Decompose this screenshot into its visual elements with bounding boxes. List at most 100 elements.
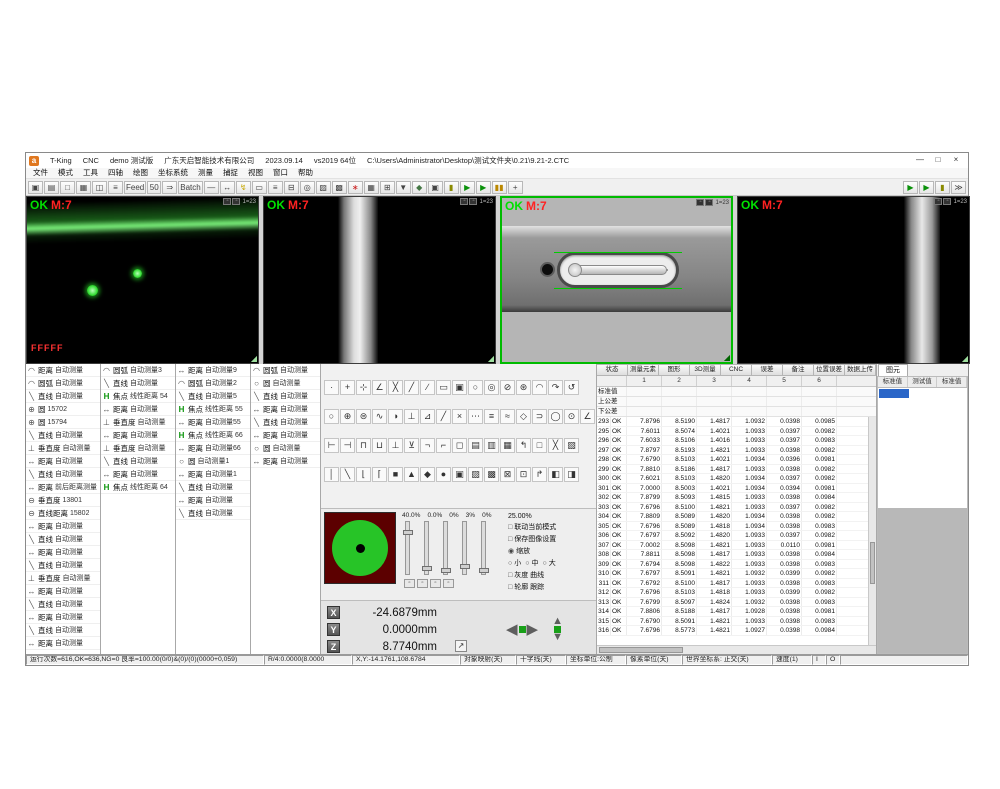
toolbar-button[interactable]: ▦ bbox=[364, 181, 379, 194]
toolbar-button[interactable]: ▣ bbox=[28, 181, 43, 194]
list-item[interactable]: ○圆自动测量 bbox=[251, 442, 320, 455]
resize-grip-icon[interactable]: ◢ bbox=[251, 355, 257, 363]
geometry-tool-button[interactable]: ↰ bbox=[516, 438, 531, 453]
list-item[interactable]: ╲直线自动测量 bbox=[26, 468, 100, 481]
geometry-tool-button[interactable]: ⊃ bbox=[532, 409, 547, 424]
toolbar-button[interactable]: ▮ bbox=[444, 181, 459, 194]
list-item[interactable]: ⊥垂直度自动测量 bbox=[26, 442, 100, 455]
geometry-tool-button[interactable]: × bbox=[452, 409, 467, 424]
camera-view-4[interactable]: OKM:7 ▫ ▫ 1=23 ◢ bbox=[737, 196, 970, 364]
geometry-tool-button[interactable]: ▩ bbox=[484, 467, 499, 482]
list-item[interactable]: ↔距离自动测量 bbox=[26, 455, 100, 468]
toolbar-button[interactable]: ⇒ bbox=[162, 181, 177, 194]
camera-option-icon[interactable]: ▫ bbox=[469, 198, 477, 205]
geometry-tool-button[interactable]: ⊜ bbox=[356, 409, 371, 424]
result-row[interactable]: 308OK7.88118.50981.48171.09330.03980.098… bbox=[597, 550, 868, 560]
geometry-tool-button[interactable]: ◨ bbox=[564, 467, 579, 482]
list-item[interactable]: ⊥垂直度自动测量 bbox=[26, 572, 100, 585]
list-item[interactable]: ↔距离自动测量 bbox=[251, 403, 320, 416]
result-row[interactable]: 313OK7.67998.50971.48241.09320.03980.098… bbox=[597, 598, 868, 608]
slider-thumb[interactable] bbox=[441, 568, 451, 573]
list-item[interactable]: ╲直线自动测量 bbox=[251, 390, 320, 403]
geometry-tool-button[interactable]: ⊿ bbox=[420, 409, 435, 424]
toolbar-button[interactable]: Feed bbox=[124, 181, 146, 194]
geometry-tool-button[interactable]: ○ bbox=[468, 380, 483, 395]
slider-option-button[interactable]: ▫ bbox=[417, 579, 428, 588]
toolbar-button[interactable]: ▩ bbox=[332, 181, 347, 194]
toolbar-button[interactable]: ≡ bbox=[268, 181, 283, 194]
toolbar-button[interactable]: ▣ bbox=[428, 181, 443, 194]
list-item[interactable]: ╲直线自动测量 bbox=[176, 481, 250, 494]
list-item[interactable]: H焦点线性距离 64 bbox=[101, 481, 175, 494]
geometry-tool-button[interactable]: ≈ bbox=[500, 409, 515, 424]
geometry-tool-button[interactable]: ⊥ bbox=[388, 438, 403, 453]
list-item[interactable]: H焦点线性距离 66 bbox=[176, 429, 250, 442]
geometry-tool-button[interactable]: ◇ bbox=[516, 409, 531, 424]
geometry-tool-button[interactable]: ▤ bbox=[468, 438, 483, 453]
geometry-tool-button[interactable]: ⊢ bbox=[324, 438, 339, 453]
result-row[interactable]: 312OK7.67968.51031.48181.09330.03990.098… bbox=[597, 588, 868, 598]
list-item[interactable]: ⊥垂直度自动测量 bbox=[101, 442, 175, 455]
geometry-tool-button[interactable]: ⊣ bbox=[340, 438, 355, 453]
menu-item[interactable]: 工具 bbox=[78, 168, 103, 178]
resize-grip-icon[interactable]: ◢ bbox=[488, 355, 494, 363]
result-row[interactable]: 303OK7.67968.51001.48211.09330.03970.098… bbox=[597, 503, 868, 513]
geometry-tool-button[interactable]: ∙ bbox=[324, 380, 339, 395]
toolbar-button[interactable]: ▶ bbox=[903, 181, 918, 194]
list-item[interactable]: ⊖直线距离15802 bbox=[26, 507, 100, 520]
light-slider[interactable] bbox=[405, 521, 410, 575]
resize-grip-icon[interactable]: ◢ bbox=[962, 355, 968, 363]
result-row[interactable]: 311OK7.67928.51001.48171.09330.03980.098… bbox=[597, 579, 868, 589]
list-item[interactable]: ╲直线自动测量 bbox=[251, 416, 320, 429]
scrollbar-thumb[interactable] bbox=[599, 647, 683, 653]
slider-thumb[interactable] bbox=[403, 530, 413, 535]
list-item[interactable]: ⊕圆15702 bbox=[26, 403, 100, 416]
light-slider[interactable] bbox=[481, 521, 486, 575]
geometry-tool-button[interactable]: ⌈ bbox=[372, 467, 387, 482]
camera-option-icon[interactable]: ▫ bbox=[460, 198, 468, 205]
resize-grip-icon[interactable]: ◢ bbox=[724, 354, 730, 362]
geometry-tool-button[interactable]: ⋯ bbox=[468, 409, 483, 424]
result-row[interactable]: 306OK7.67978.50921.48201.09330.03970.098… bbox=[597, 531, 868, 541]
result-row[interactable]: 314OK7.88068.51881.48171.09280.03980.098… bbox=[597, 607, 868, 617]
geometry-tool-button[interactable]: ↷ bbox=[548, 380, 563, 395]
results-tab[interactable]: 图形 bbox=[659, 364, 690, 376]
geometry-tool-button[interactable]: ╱ bbox=[436, 409, 451, 424]
toolbar-button[interactable]: ▮ bbox=[935, 181, 950, 194]
toolbar-button[interactable]: ▶ bbox=[476, 181, 491, 194]
geometry-tool-button[interactable]: ╲ bbox=[340, 467, 355, 482]
geometry-tool-button[interactable]: ▥ bbox=[484, 438, 499, 453]
list-item[interactable]: ◠圆弧自动测量 bbox=[26, 377, 100, 390]
list-item[interactable]: ↔距离自动测量 bbox=[101, 403, 175, 416]
list-item[interactable]: ↔距离自动测量66 bbox=[176, 442, 250, 455]
geometry-tool-button[interactable]: ▦ bbox=[500, 438, 515, 453]
geometry-tool-button[interactable]: ◎ bbox=[484, 380, 499, 395]
toolbar-button[interactable]: ∗ bbox=[348, 181, 363, 194]
slider-thumb[interactable] bbox=[460, 564, 470, 569]
camera-option-icon[interactable]: ▫ bbox=[696, 199, 704, 206]
list-item[interactable]: ↔距离自动测量 bbox=[251, 455, 320, 468]
option-checkbox[interactable]: □轮廓 跟踪 bbox=[508, 582, 544, 592]
toolbar-button[interactable]: ▤ bbox=[44, 181, 59, 194]
vertical-scrollbar[interactable] bbox=[868, 417, 876, 645]
maximize-button[interactable]: □ bbox=[929, 154, 947, 167]
list-item[interactable]: ↔距离前后距离测量 bbox=[26, 481, 100, 494]
result-row[interactable]: 301OK7.00008.50031.40211.09340.03940.098… bbox=[597, 484, 868, 494]
menu-item[interactable]: 捕捉 bbox=[218, 168, 243, 178]
list-item[interactable]: ○圆自动测量 bbox=[251, 377, 320, 390]
result-row[interactable]: 315OK7.67908.50911.48211.09330.03980.098… bbox=[597, 617, 868, 627]
list-item[interactable]: ╲直线自动测量 bbox=[26, 533, 100, 546]
geometry-tool-button[interactable]: ▭ bbox=[436, 380, 451, 395]
toolbar-button[interactable]: ◆ bbox=[412, 181, 427, 194]
camera-option-icon[interactable]: ▫ bbox=[223, 198, 231, 205]
geometry-tool-button[interactable]: ≡ bbox=[484, 409, 499, 424]
option-radio[interactable]: ○大 bbox=[542, 558, 555, 568]
list-item[interactable]: ↔距离自动测量 bbox=[101, 468, 175, 481]
list-item[interactable]: ◠距离自动测量 bbox=[26, 364, 100, 377]
geometry-tool-button[interactable]: ⊡ bbox=[516, 467, 531, 482]
geometry-tool-button[interactable]: ▧ bbox=[564, 438, 579, 453]
list-item[interactable]: H焦点线性距离 55 bbox=[176, 403, 250, 416]
scrollbar-thumb[interactable] bbox=[870, 542, 875, 584]
option-checkbox[interactable]: □保存图像设置 bbox=[508, 534, 556, 544]
toolbar-button[interactable]: Batch bbox=[178, 181, 202, 194]
